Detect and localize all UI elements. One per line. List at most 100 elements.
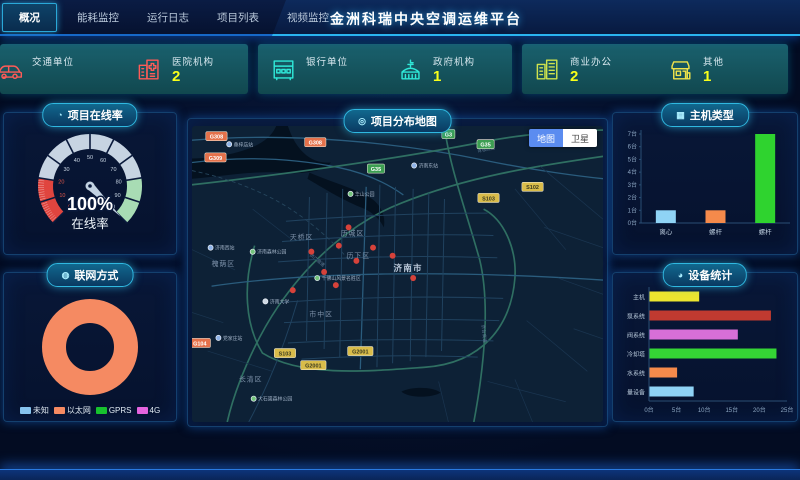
svg-text:G35: G35 <box>480 143 490 149</box>
online-rate-gauge: 0102030405060708090100100%在线率 <box>4 122 176 252</box>
svg-text:2台: 2台 <box>628 194 637 202</box>
stat-bank: 银行单位 <box>258 44 385 94</box>
legend-item: 未知 <box>20 405 49 416</box>
host-type-panel-header: ▦ 主机类型 <box>661 103 749 127</box>
panel-title: 项目分布地图 <box>371 113 437 129</box>
svg-text:5台: 5台 <box>672 406 681 414</box>
svg-text:7台: 7台 <box>628 130 637 138</box>
svg-text:党家庄站: 党家庄站 <box>223 335 243 342</box>
svg-text:S102: S102 <box>526 185 539 191</box>
svg-text:1台: 1台 <box>628 206 637 214</box>
svg-text:市中区: 市中区 <box>309 309 332 318</box>
map-container[interactable]: 青银高速京台高速济广高速G308G308G309G104G3G35G35S102… <box>192 126 603 422</box>
tab-run-log[interactable]: 运行日志 <box>133 10 203 25</box>
network-donut <box>4 291 176 403</box>
legend-label: 以太网 <box>67 405 91 416</box>
svg-text:桑梓店站: 桑梓店站 <box>234 141 254 148</box>
svg-text:天桥区: 天桥区 <box>290 232 313 241</box>
svg-text:阀系统: 阀系统 <box>627 332 645 340</box>
svg-text:40: 40 <box>74 158 80 164</box>
svg-text:主机: 主机 <box>633 294 645 302</box>
svg-text:济南森林公园: 济南森林公园 <box>257 249 286 256</box>
legend-label: 4G <box>150 406 161 415</box>
svg-text:量设备: 量设备 <box>627 389 645 397</box>
stat-label: 商业办公 <box>570 54 612 68</box>
stat-value: 1 <box>433 69 475 85</box>
map-canvas[interactable]: 青银高速京台高速济广高速G308G308G309G104G3G35G35S102… <box>192 126 603 422</box>
panel-title: 主机类型 <box>690 107 734 123</box>
location-person-icon: ◎ <box>358 116 366 127</box>
stat-hospital: 医院机构 2 <box>124 44 248 94</box>
stat-office: 商业办公 2 <box>522 44 655 94</box>
tab-project-list[interactable]: 项目列表 <box>203 10 273 25</box>
svg-text:华山公园: 华山公园 <box>355 191 375 198</box>
svg-text:济南市: 济南市 <box>394 263 423 273</box>
stat-value: 2 <box>570 69 612 85</box>
svg-text:千佛山风景名胜区: 千佛山风景名胜区 <box>322 275 361 282</box>
tab-energy-monitor[interactable]: 能耗监控 <box>63 10 133 25</box>
svg-text:G2001: G2001 <box>305 364 321 370</box>
page-title: 金洲科瑞中央空调运维平台 <box>330 9 522 29</box>
svg-text:0台: 0台 <box>628 219 637 227</box>
host-type-chart: 0台1台2台3台4台5台6台7台离心螺杆螺杆 <box>613 122 797 252</box>
device-stats-panel-header: ◕ 设备统计 <box>663 263 747 287</box>
bottom-bezel <box>0 469 800 480</box>
pie-icon: ◕ <box>678 270 683 280</box>
svg-text:10台: 10台 <box>698 406 711 414</box>
legend-swatch <box>54 407 65 414</box>
legend-item: 以太网 <box>54 405 91 416</box>
svg-text:长清区: 长清区 <box>239 374 262 383</box>
svg-text:G35: G35 <box>371 167 381 173</box>
legend-label: 未知 <box>33 405 49 416</box>
bank-icon <box>270 56 297 83</box>
svg-text:10: 10 <box>59 193 65 199</box>
tab-overview[interactable]: 概况 <box>2 3 57 32</box>
svg-text:历城区: 历城区 <box>341 229 364 237</box>
map-button[interactable]: 地图 <box>529 129 563 147</box>
car-icon <box>0 56 23 83</box>
stat-label: 其他 <box>703 54 724 68</box>
svg-text:G104: G104 <box>193 341 207 347</box>
device-stats-chart: 0台5台10台15台20台25台主机泵系统阀系统冷却塔水系统量设备 <box>613 279 797 419</box>
panel-title: 项目在线率 <box>68 107 123 123</box>
svg-text:G3: G3 <box>445 132 452 138</box>
svg-text:大石崮森林公园: 大石崮森林公园 <box>258 396 292 403</box>
stat-transport: 交通单位 <box>0 44 124 94</box>
svg-text:济南大学: 济南大学 <box>270 298 290 305</box>
legend-label: GPRS <box>109 406 132 415</box>
svg-text:50: 50 <box>87 155 93 161</box>
network-legend: 未知 以太网 GPRS 4G <box>4 405 176 416</box>
svg-text:30: 30 <box>63 167 69 173</box>
legend-item: 4G <box>137 406 161 415</box>
stat-other: 其他 1 <box>655 44 788 94</box>
top-nav-bar: 概况 能耗监控 运行日志 项目列表 视频监控 金洲科瑞中央空调运维平台 <box>0 0 800 36</box>
svg-text:15台: 15台 <box>725 406 738 414</box>
stat-card-office-other: 商业办公 2 其他 1 <box>522 44 788 94</box>
online-rate-panel: ◔ 项目在线率 0102030405060708090100100%在线率 <box>3 112 177 255</box>
svg-text:螺杆: 螺杆 <box>759 227 773 236</box>
hospital-icon <box>136 56 163 83</box>
satellite-button[interactable]: 卫星 <box>563 129 597 147</box>
svg-text:70: 70 <box>110 167 116 173</box>
office-icon <box>534 56 561 83</box>
svg-text:槐荫区: 槐荫区 <box>212 259 235 268</box>
stat-label: 医院机构 <box>172 54 214 68</box>
svg-text:25台: 25台 <box>781 406 794 414</box>
stat-label: 交通单位 <box>32 54 74 68</box>
stat-value: 2 <box>172 69 214 85</box>
stat-value <box>306 69 348 85</box>
svg-text:G2001: G2001 <box>352 349 368 355</box>
svg-text:G308: G308 <box>309 141 322 147</box>
svg-text:水系统: 水系统 <box>627 370 645 378</box>
legend-swatch <box>20 407 31 414</box>
gauge-icon: ◔ <box>57 110 62 120</box>
network-icon: ◍ <box>62 270 70 281</box>
svg-text:5台: 5台 <box>628 155 637 163</box>
svg-text:济南西站: 济南西站 <box>215 245 235 252</box>
grid-icon: ▦ <box>676 110 685 121</box>
svg-text:100%: 100% <box>67 194 113 214</box>
svg-text:3台: 3台 <box>628 181 637 189</box>
svg-text:济南东站: 济南东站 <box>419 162 439 169</box>
online-rate-panel-header: ◔ 项目在线率 <box>42 103 137 127</box>
host-type-panel: ▦ 主机类型 0台1台2台3台4台5台6台7台离心螺杆螺杆 <box>612 112 798 255</box>
